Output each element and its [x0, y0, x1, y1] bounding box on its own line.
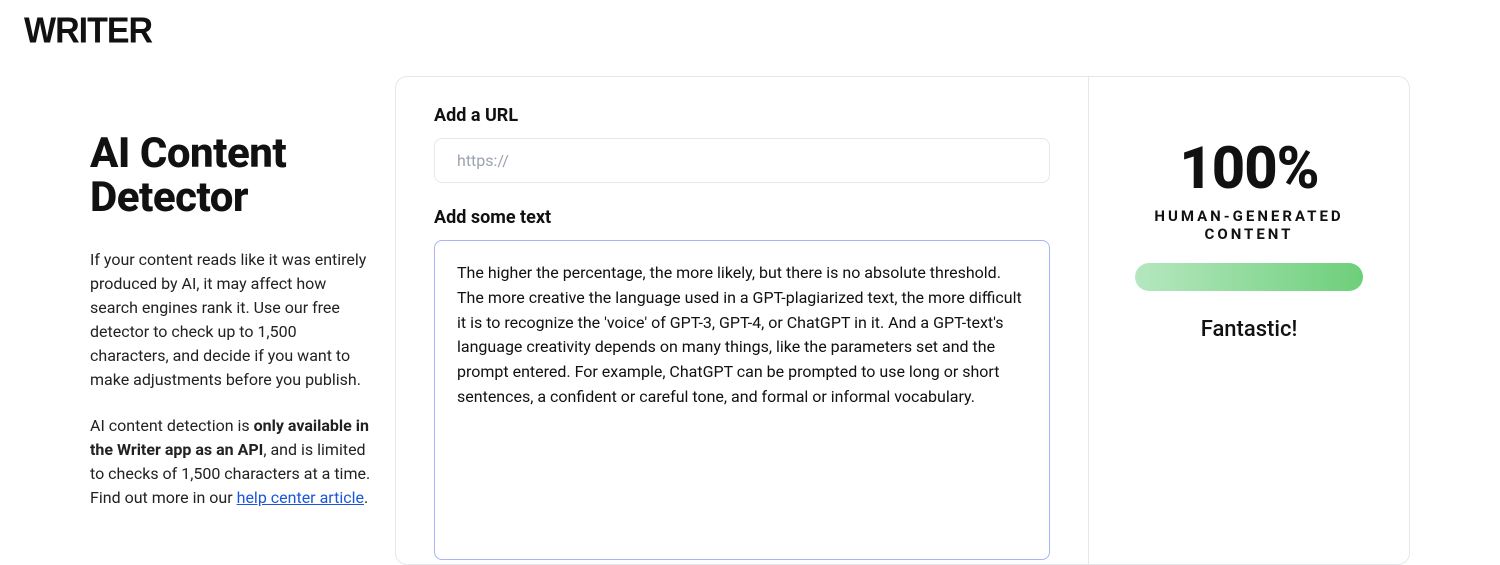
progress-bar	[1135, 263, 1363, 291]
score-percentage: 100%	[1117, 135, 1381, 203]
url-input[interactable]	[434, 138, 1050, 183]
result-panel: 100% HUMAN-GENERATED CONTENT Fantastic!	[1089, 77, 1409, 564]
page-title: AI Content Detector	[90, 132, 371, 220]
info-column: AI Content Detector If your content read…	[0, 76, 395, 565]
brand-logo: WRITER	[24, 11, 152, 52]
main-container: AI Content Detector If your content read…	[0, 0, 1500, 565]
description-paragraph-1: If your content reads like it was entire…	[90, 248, 371, 392]
feedback-text: Fantastic!	[1117, 317, 1381, 342]
help-center-link[interactable]: help center article	[237, 488, 364, 507]
text-label: Add some text	[434, 207, 1050, 228]
desc2-suffix: .	[364, 488, 368, 507]
desc2-prefix: AI content detection is	[90, 416, 254, 435]
description-paragraph-2: AI content detection is only available i…	[90, 414, 371, 510]
input-panel: Add a URL Add some text The higher the p…	[396, 77, 1089, 564]
content-textarea[interactable]: The higher the percentage, the more like…	[434, 240, 1050, 560]
detector-card: Add a URL Add some text The higher the p…	[395, 76, 1410, 565]
score-label: HUMAN-GENERATED CONTENT	[1117, 207, 1381, 243]
url-label: Add a URL	[434, 105, 1050, 126]
